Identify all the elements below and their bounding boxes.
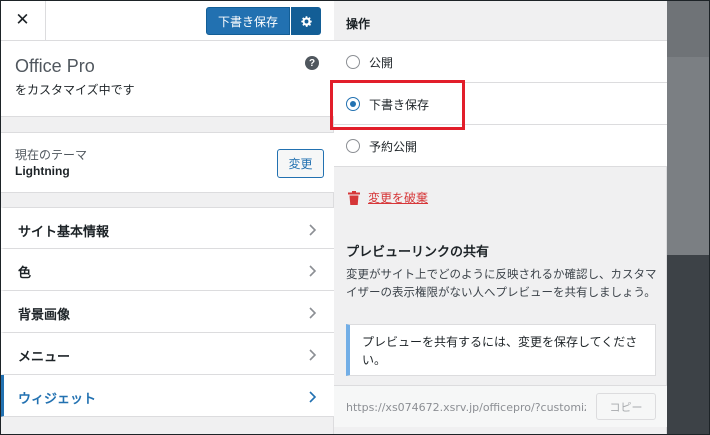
customizing-text: をカスタマイズ中です bbox=[15, 83, 135, 97]
trash-icon bbox=[348, 190, 360, 205]
preview-body bbox=[667, 255, 710, 435]
customizer-title-section: Office Pro をカスタマイズ中です ? bbox=[0, 41, 334, 117]
chevron-right-icon bbox=[306, 222, 320, 236]
publish-settings-title: 操作 bbox=[346, 17, 371, 31]
publish-settings-panel: 操作 公開 下書き保存 予約公開 変更を破棄 プレビューリンクの共有 変更がサイ… bbox=[334, 0, 667, 435]
nav-item-site-identity[interactable]: サイト基本情報 bbox=[0, 207, 334, 249]
share-preview-description: 変更がサイト上でどのように反映されるか確認し、カスタマイザーの表示権限がない人へ… bbox=[346, 267, 657, 299]
nav-item-label: サイト基本情報 bbox=[18, 225, 110, 240]
chevron-right-icon bbox=[306, 263, 320, 277]
site-title: Office Pro bbox=[15, 56, 95, 76]
nav-item-widgets[interactable]: ウィジェット bbox=[0, 375, 334, 417]
current-theme-section: 現在のテーマ Lightning 変更 bbox=[0, 132, 334, 193]
publish-settings-header: 操作 bbox=[334, 0, 667, 41]
help-icon[interactable]: ? bbox=[305, 56, 319, 70]
copy-button[interactable]: コピー bbox=[596, 393, 656, 420]
option-label: 公開 bbox=[369, 56, 394, 70]
close-button[interactable]: ✕ bbox=[0, 0, 46, 40]
nav-item-background-image[interactable]: 背景画像 bbox=[0, 291, 334, 333]
customizer-sidebar: ✕ 下書き保存 Office Pro をカスタマイズ中です ? 現在のテーマ L… bbox=[0, 0, 334, 435]
nav-item-menus[interactable]: メニュー bbox=[0, 333, 334, 375]
gear-icon bbox=[300, 15, 312, 27]
nav-item-label: メニュー bbox=[18, 350, 71, 365]
save-draft-button[interactable]: 下書き保存 bbox=[206, 7, 290, 35]
radio-publish[interactable] bbox=[346, 55, 360, 69]
share-notice: プレビューを共有するには、変更を保存してください。 bbox=[346, 324, 656, 376]
radio-schedule[interactable] bbox=[346, 139, 360, 153]
site-preview bbox=[667, 0, 710, 435]
customizer-nav: サイト基本情報 色 背景画像 メニュー ウィジェット bbox=[0, 207, 334, 417]
publish-settings-button[interactable] bbox=[291, 7, 321, 35]
discard-changes-link[interactable]: 変更を破棄 bbox=[348, 189, 428, 206]
chevron-right-icon bbox=[306, 305, 320, 319]
current-theme-name: Lightning bbox=[15, 164, 70, 178]
option-schedule[interactable]: 予約公開 bbox=[334, 125, 667, 167]
preview-url-field[interactable]: https://xs074672.xsrv.jp/officepro/?cust… bbox=[346, 401, 586, 414]
nav-item-label: 背景画像 bbox=[18, 308, 71, 323]
draft-highlight-box bbox=[330, 80, 465, 130]
discard-changes-label: 変更を破棄 bbox=[368, 191, 429, 205]
option-label: 予約公開 bbox=[369, 140, 418, 154]
current-theme-label: 現在のテーマ bbox=[15, 148, 88, 162]
share-preview-title: プレビューリンクの共有 bbox=[346, 245, 490, 260]
chevron-right-icon bbox=[306, 389, 320, 403]
preview-hero bbox=[667, 57, 710, 255]
nav-item-label: 色 bbox=[18, 266, 32, 281]
close-icon: ✕ bbox=[15, 10, 30, 30]
chevron-right-icon bbox=[306, 347, 320, 361]
preview-header bbox=[667, 0, 710, 57]
nav-item-label: ウィジェット bbox=[18, 392, 97, 407]
customizer-header: ✕ 下書き保存 bbox=[0, 0, 334, 41]
option-publish[interactable]: 公開 bbox=[334, 41, 667, 83]
change-theme-button[interactable]: 変更 bbox=[277, 149, 324, 178]
preview-url-row: https://xs074672.xsrv.jp/officepro/?cust… bbox=[334, 385, 667, 427]
nav-item-colors[interactable]: 色 bbox=[0, 249, 334, 291]
